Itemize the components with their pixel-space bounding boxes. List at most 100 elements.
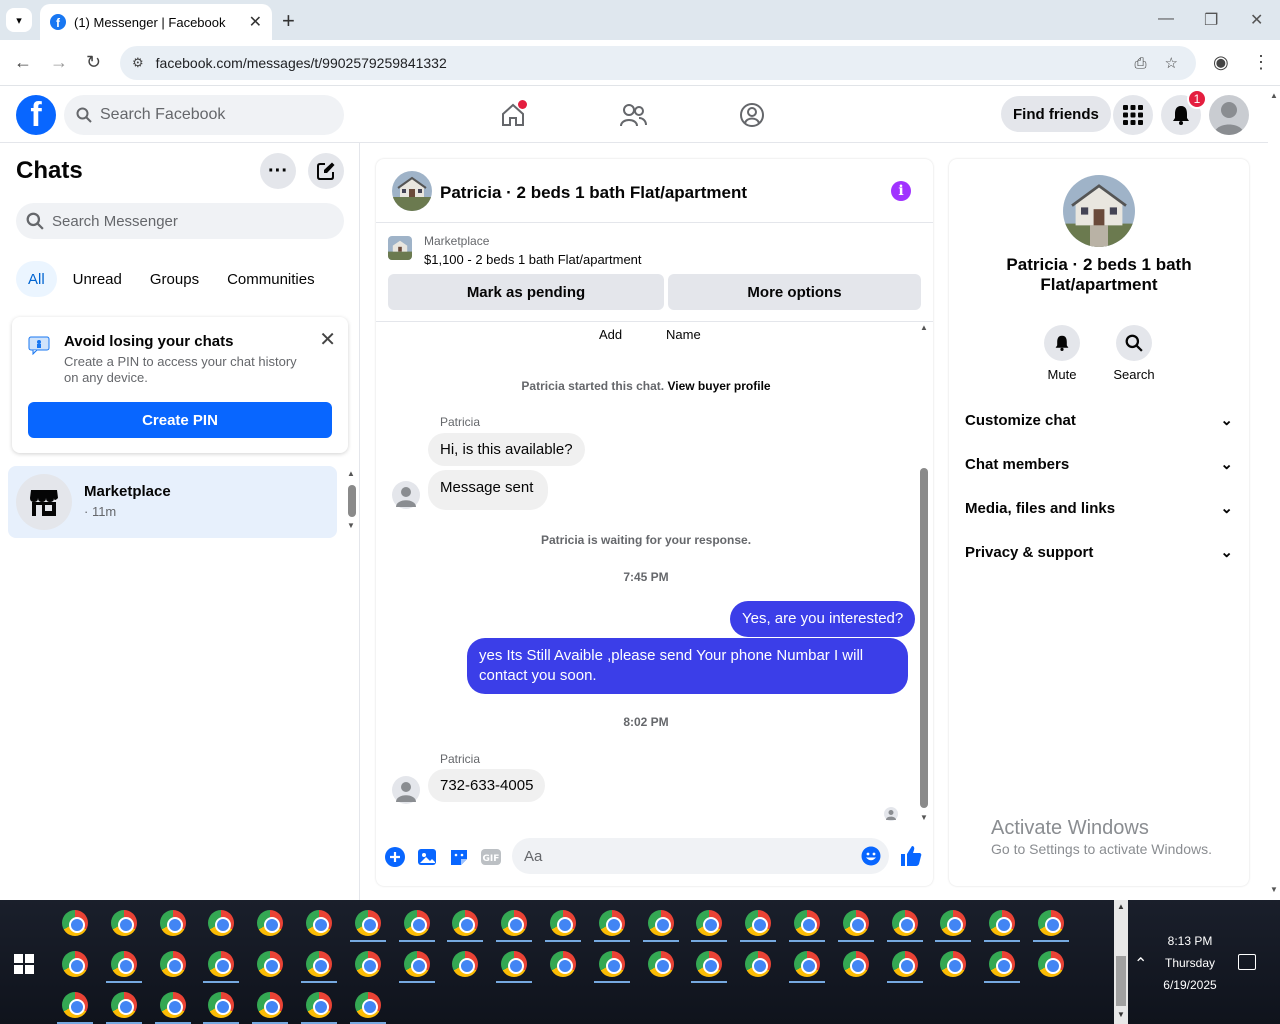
incoming-message[interactable]: 732-633-4005 <box>428 769 546 802</box>
chrome-taskbar-icon[interactable] <box>501 910 528 936</box>
chrome-taskbar-icon[interactable] <box>501 951 528 977</box>
conversation-avatar[interactable] <box>392 171 432 211</box>
gif-icon[interactable]: GIF <box>480 846 502 868</box>
close-icon[interactable]: ✕ <box>319 327 336 352</box>
sticker-icon[interactable] <box>448 846 470 868</box>
profile-icon[interactable]: ◉ <box>1213 52 1229 73</box>
chrome-taskbar-icon[interactable] <box>989 910 1016 936</box>
menu-grid-button[interactable] <box>1113 95 1153 135</box>
facebook-logo-icon[interactable]: f <box>16 95 56 135</box>
filter-unread[interactable]: Unread <box>61 261 134 297</box>
info-icon[interactable]: i <box>891 181 911 201</box>
outgoing-message[interactable]: yes Its Still Avaible ,please send Your … <box>467 638 908 694</box>
plus-circle-icon[interactable] <box>384 846 406 868</box>
site-info-icon[interactable]: ⚙ <box>132 55 144 71</box>
chrome-taskbar-icon[interactable] <box>159 951 186 977</box>
chrome-taskbar-icon[interactable] <box>696 910 723 936</box>
browser-tab[interactable]: f (1) Messenger | Facebook ✕ <box>40 4 272 40</box>
chrome-taskbar-icon[interactable] <box>940 951 967 977</box>
gaming-icon[interactable] <box>736 99 768 131</box>
chrome-taskbar-icon[interactable] <box>696 951 723 977</box>
home-icon[interactable] <box>497 99 529 131</box>
system-clock[interactable]: 8:13 PM Thursday 6/19/2025 <box>1150 930 1230 996</box>
thumbs-up-icon[interactable] <box>899 844 923 868</box>
chrome-taskbar-icon[interactable] <box>891 910 918 936</box>
media-files-links-section[interactable]: Media, files and links ⌄ <box>965 486 1233 530</box>
chrome-taskbar-icon[interactable] <box>598 910 625 936</box>
chrome-taskbar-icon[interactable] <box>940 910 967 936</box>
photo-icon[interactable] <box>416 846 438 868</box>
listing-title[interactable]: $1,100 - 2 beds 1 bath Flat/apartment <box>424 252 642 267</box>
conversation-title[interactable]: Patricia · 2 beds 1 bath Flat/apartment <box>440 183 747 203</box>
chrome-taskbar-icon[interactable] <box>62 951 88 977</box>
filter-communities[interactable]: Communities <box>215 261 327 297</box>
chrome-taskbar-icon[interactable] <box>208 992 235 1018</box>
chrome-taskbar-icon[interactable] <box>110 951 137 977</box>
minimize-icon[interactable]: — <box>1158 10 1174 28</box>
chrome-taskbar-icon[interactable] <box>891 951 918 977</box>
chrome-taskbar-icon[interactable] <box>550 910 576 936</box>
chrome-taskbar-icon[interactable] <box>1038 910 1064 936</box>
tab-close-icon[interactable]: ✕ <box>249 12 262 32</box>
mark-as-pending-button[interactable]: Mark as pending <box>388 274 664 310</box>
chrome-taskbar-icon[interactable] <box>159 910 186 936</box>
chrome-taskbar-icon[interactable] <box>647 910 674 936</box>
chrome-taskbar-icon[interactable] <box>110 910 137 936</box>
chat-options-button[interactable]: ··· <box>260 153 296 189</box>
forward-icon[interactable]: → <box>50 52 68 73</box>
chrome-taskbar-icon[interactable] <box>354 910 381 936</box>
bookmark-star-icon[interactable]: ☆ <box>1165 54 1178 72</box>
chrome-taskbar-icon[interactable] <box>842 951 869 977</box>
view-buyer-profile-link[interactable]: View buyer profile <box>667 379 770 393</box>
chat-list-scrollbar[interactable]: ▲ ▼ <box>344 469 360 539</box>
chrome-taskbar-icon[interactable] <box>62 992 88 1018</box>
browser-menu-icon[interactable]: ⋮ <box>1252 52 1270 73</box>
chrome-taskbar-icon[interactable] <box>62 910 88 936</box>
chrome-taskbar-icon[interactable] <box>989 951 1016 977</box>
filter-groups[interactable]: Groups <box>138 261 211 297</box>
outgoing-message[interactable]: Yes, are you interested? <box>730 601 916 637</box>
notifications-button[interactable]: 1 <box>1161 89 1207 135</box>
install-app-icon[interactable]: ⎙ <box>1135 55 1147 72</box>
chrome-taskbar-icon[interactable] <box>794 951 820 977</box>
listing-thumbnail[interactable] <box>388 236 412 260</box>
chrome-taskbar-icon[interactable] <box>550 951 576 977</box>
chrome-taskbar-icon[interactable] <box>598 951 625 977</box>
new-message-button[interactable] <box>308 153 344 189</box>
windows-start-icon[interactable] <box>14 954 34 974</box>
chat-members-section[interactable]: Chat members ⌄ <box>965 442 1233 486</box>
chrome-taskbar-icon[interactable] <box>745 951 772 977</box>
listing-avatar[interactable] <box>1063 175 1135 247</box>
chrome-taskbar-icon[interactable] <box>159 992 186 1018</box>
chrome-taskbar-icon[interactable] <box>306 992 332 1018</box>
customize-chat-section[interactable]: Customize chat ⌄ <box>965 398 1233 442</box>
search-conversation-button[interactable]: Search <box>1104 325 1164 382</box>
emoji-icon[interactable] <box>861 846 881 866</box>
filter-all[interactable]: All <box>16 261 57 297</box>
account-avatar[interactable] <box>1209 95 1249 135</box>
incoming-message[interactable]: Hi, is this available? <box>428 433 585 466</box>
more-options-button[interactable]: More options <box>668 274 921 310</box>
chrome-taskbar-icon[interactable] <box>794 910 820 936</box>
chrome-taskbar-icon[interactable] <box>452 910 479 936</box>
window-close-icon[interactable]: ✕ <box>1250 10 1263 30</box>
chrome-taskbar-icon[interactable] <box>842 910 869 936</box>
chrome-taskbar-icon[interactable] <box>306 910 332 936</box>
chrome-taskbar-icon[interactable] <box>110 992 137 1018</box>
facebook-search-input[interactable]: Search Facebook <box>64 95 344 135</box>
find-friends-button[interactable]: Find friends <box>1001 96 1111 132</box>
chrome-taskbar-icon[interactable] <box>354 992 381 1018</box>
message-input[interactable]: Aa <box>512 838 889 874</box>
chrome-taskbar-icon[interactable] <box>257 992 284 1018</box>
chrome-taskbar-icon[interactable] <box>257 910 284 936</box>
reload-icon[interactable]: ↻ <box>86 52 101 73</box>
message-list-scrollbar[interactable]: ▲ ▼ <box>916 323 933 827</box>
chat-list-item[interactable]: Marketplace · 11m <box>8 466 337 538</box>
chrome-taskbar-icon[interactable] <box>403 910 430 936</box>
action-center-icon[interactable] <box>1238 954 1256 970</box>
page-scrollbar[interactable]: ▲ ▼ <box>1268 87 1280 900</box>
chrome-taskbar-icon[interactable] <box>745 910 772 936</box>
url-field[interactable]: ⚙ facebook.com/messages/t/99025792598413… <box>120 46 1196 80</box>
new-tab-button[interactable]: + <box>282 8 295 34</box>
chrome-taskbar-icon[interactable] <box>208 951 235 977</box>
